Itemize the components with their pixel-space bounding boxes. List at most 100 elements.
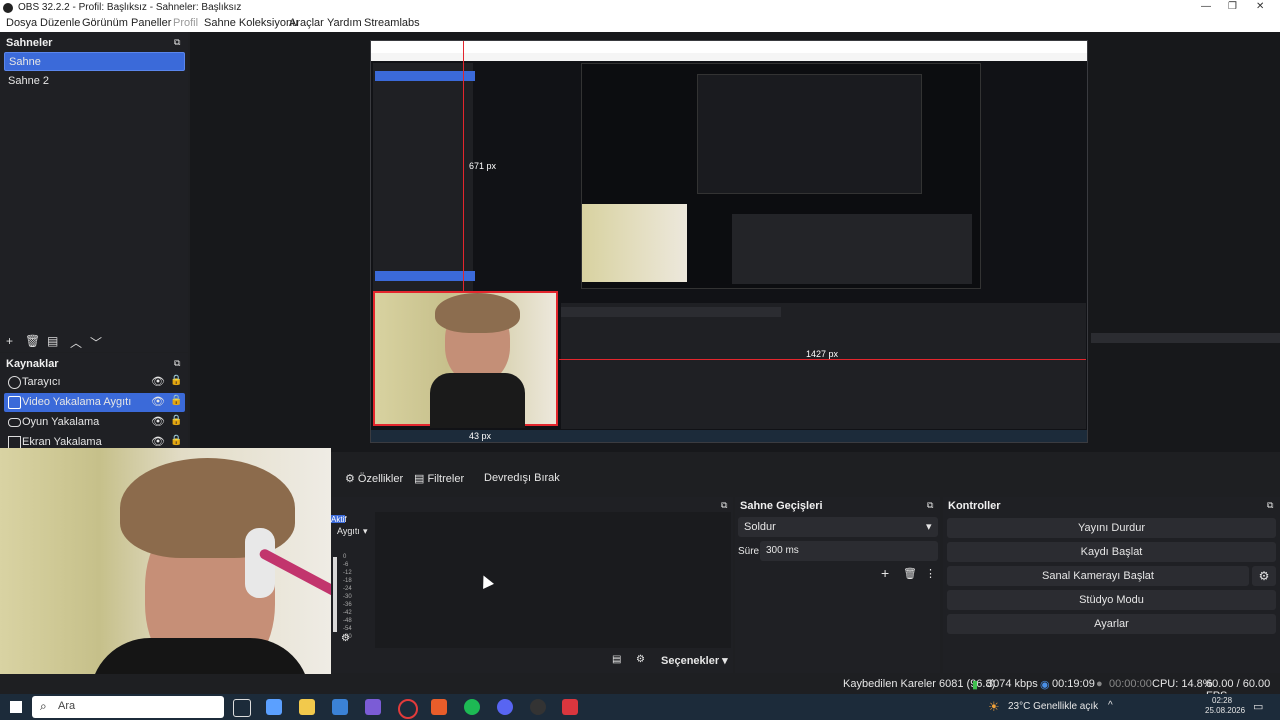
task-view-icon[interactable] [233, 699, 251, 717]
scene-label: Sahne [9, 56, 41, 68]
mpc-icon[interactable] [365, 699, 381, 715]
nested-titlebar [371, 41, 1087, 53]
clock-time[interactable]: 02:28 [1212, 696, 1232, 705]
weather-text[interactable]: 23°C Genellikle açık [1008, 701, 1098, 712]
windows-start-icon[interactable] [10, 701, 22, 713]
menu-streamlabs[interactable]: Streamlabs [364, 17, 420, 29]
scene-item-2[interactable]: Sahne 2 [4, 72, 185, 91]
app-icon[interactable] [431, 699, 447, 715]
lock-icon[interactable]: 🔒 [170, 415, 182, 426]
dock-undock-icon[interactable]: ⧉ [721, 500, 727, 511]
eye-icon[interactable]: 👁 [151, 435, 165, 448]
eye-icon[interactable]: 👁 [151, 415, 165, 428]
lock-icon[interactable]: 🔒 [170, 435, 182, 446]
add-icon[interactable]: + [6, 334, 13, 348]
sources-title: Kaynaklar [6, 358, 59, 370]
search-icon: ⌕ [40, 699, 47, 713]
scene-item-1[interactable]: Sahne [4, 52, 185, 71]
dock-undock-icon[interactable]: ⧉ [174, 37, 180, 48]
more-vertical-icon[interactable]: ⋮ [925, 567, 936, 580]
notification-icon[interactable]: ▭ [1253, 700, 1263, 713]
mail-icon[interactable] [332, 699, 348, 715]
dock-undock-icon[interactable]: ⧉ [1267, 500, 1273, 511]
record-icon: ● [1096, 678, 1103, 690]
source-label: Video Yakalama Aygıtı [22, 396, 132, 408]
record-time: 00:00:00 [1109, 678, 1152, 690]
layout-icon[interactable]: ▤ [612, 654, 621, 665]
menu-profile[interactable]: Profil [173, 17, 198, 29]
move-up-icon[interactable]: ︿ [70, 334, 82, 351]
close-icon[interactable]: ✕ [1256, 1, 1264, 12]
sources-dock: Kaynaklar ⧉ Tarayıcı 👁 🔒 Video Yakalama … [0, 353, 188, 449]
menu-docks[interactable]: Paneller [131, 17, 171, 29]
mixer-device-label: Aygıtı [337, 526, 360, 536]
guide-label-vertical: 671 px [469, 161, 497, 171]
filters-button[interactable]: ▤ Filtreler [406, 468, 472, 490]
discord-icon[interactable] [497, 699, 513, 715]
start-virtual-camera-button[interactable]: Sanal Kamerayı Başlat [947, 566, 1249, 586]
streamlabs-icon[interactable] [562, 699, 578, 715]
menu-scene-collection[interactable]: Sahne Koleksiyonu [204, 17, 298, 29]
globe-icon [8, 376, 21, 389]
properties-label: Özellikler [357, 473, 404, 485]
scene-label: Sahne 2 [8, 75, 49, 87]
stream-icon: ◉ [1040, 679, 1050, 691]
dock-undock-icon[interactable]: ⧉ [927, 500, 933, 511]
preview-canvas[interactable]: 671 px 1427 px 43 px [370, 40, 1280, 443]
dock-undock-icon[interactable]: ⧉ [174, 358, 180, 369]
nested-webcam [373, 291, 558, 428]
window-title: OBS 32.2.2 - Profil: Başlıksız - Sahnele… [18, 2, 242, 13]
virtual-camera-settings-icon[interactable]: ⚙ [1252, 566, 1276, 586]
mixer-settings-icon[interactable]: ⚙ [341, 633, 350, 644]
settings-button[interactable]: Ayarlar [947, 614, 1276, 634]
menu-edit[interactable]: Düzenle [40, 17, 80, 29]
add-icon[interactable]: + [881, 565, 889, 581]
lock-icon[interactable]: 🔒 [170, 395, 182, 406]
mixer-active-tag: Aktif [331, 515, 347, 524]
minimize-icon[interactable]: — [1201, 1, 1211, 12]
spotify-icon[interactable] [464, 699, 480, 715]
menu-file[interactable]: Dosya [6, 17, 37, 29]
menu-tools[interactable]: Araçlar [289, 17, 324, 29]
studio-mode-button[interactable]: Stüdyo Modu [947, 590, 1276, 610]
trash-icon[interactable]: 🗑 [25, 334, 40, 348]
filters-label: Filtreler [427, 473, 465, 485]
search-placeholder: Ara [58, 700, 76, 712]
options-button[interactable]: Seçenekler ▾ [661, 654, 728, 667]
file-explorer-icon[interactable] [299, 699, 315, 715]
source-item-game-capture[interactable]: Oyun Yakalama 👁 🔒 [4, 413, 185, 432]
eye-icon[interactable]: 👁 [151, 395, 165, 408]
move-down-icon[interactable]: ﹀ [90, 334, 102, 351]
source-item-video-capture[interactable]: Video Yakalama Aygıtı 👁 🔒 [4, 393, 185, 412]
filter-icon[interactable]: ▤ [47, 334, 58, 348]
tray-chevron-icon[interactable]: ^ [1108, 700, 1113, 711]
status-bar: Kaybedilen Kareler 6081 (96.8) ▮ 3074 kb… [0, 674, 1280, 702]
chevron-down-icon: ▾ [926, 521, 932, 533]
eye-icon[interactable]: 👁 [151, 375, 165, 388]
copilot-icon[interactable] [266, 699, 282, 715]
menu-view[interactable]: Görünüm [82, 17, 128, 29]
clock-date[interactable]: 25.08.2026 [1205, 706, 1245, 715]
gamepad-icon [8, 418, 21, 427]
source-item-browser[interactable]: Tarayıcı 👁 🔒 [4, 373, 185, 392]
properties-button[interactable]: ⚙ Özellikler [337, 468, 411, 490]
menu-help[interactable]: Yardım [327, 17, 362, 29]
start-recording-button[interactable]: Kaydı Başlat [947, 542, 1276, 562]
stop-streaming-button[interactable]: Yayını Durdur [947, 518, 1276, 538]
duration-input[interactable]: 300 ms [760, 541, 938, 561]
trash-icon[interactable]: 🗑 [903, 567, 917, 580]
taskbar-search[interactable]: ⌕ Ara [32, 696, 224, 718]
source-toolbar: ⚙ Özellikler ▤ Filtreler Devredışı Bırak [331, 466, 1280, 492]
opera-icon[interactable] [398, 699, 418, 719]
scenes-dock: Sahneler ⧉ Sahne Sahne 2 + 🗑 ▤ ︿ ﹀ [0, 32, 188, 352]
guide-label-horizontal: 1427 px [806, 349, 839, 359]
lock-icon[interactable]: 🔒 [170, 375, 182, 386]
maximize-icon[interactable]: ❐ [1228, 1, 1237, 12]
advanced-audio-icon[interactable]: ⚙ [636, 654, 645, 665]
deactivate-button[interactable]: Devredışı Bırak [476, 468, 568, 490]
title-bar: OBS 32.2.2 - Profil: Başlıksız - Sahnele… [0, 0, 1280, 16]
obs-icon[interactable] [530, 699, 546, 715]
chevron-down-icon[interactable]: ▾ [363, 526, 368, 537]
transitions-dock: Sahne Geçişleri ⧉ Soldur ▾ Süre 300 ms + … [735, 497, 940, 673]
transition-select[interactable]: Soldur ▾ [738, 517, 938, 537]
